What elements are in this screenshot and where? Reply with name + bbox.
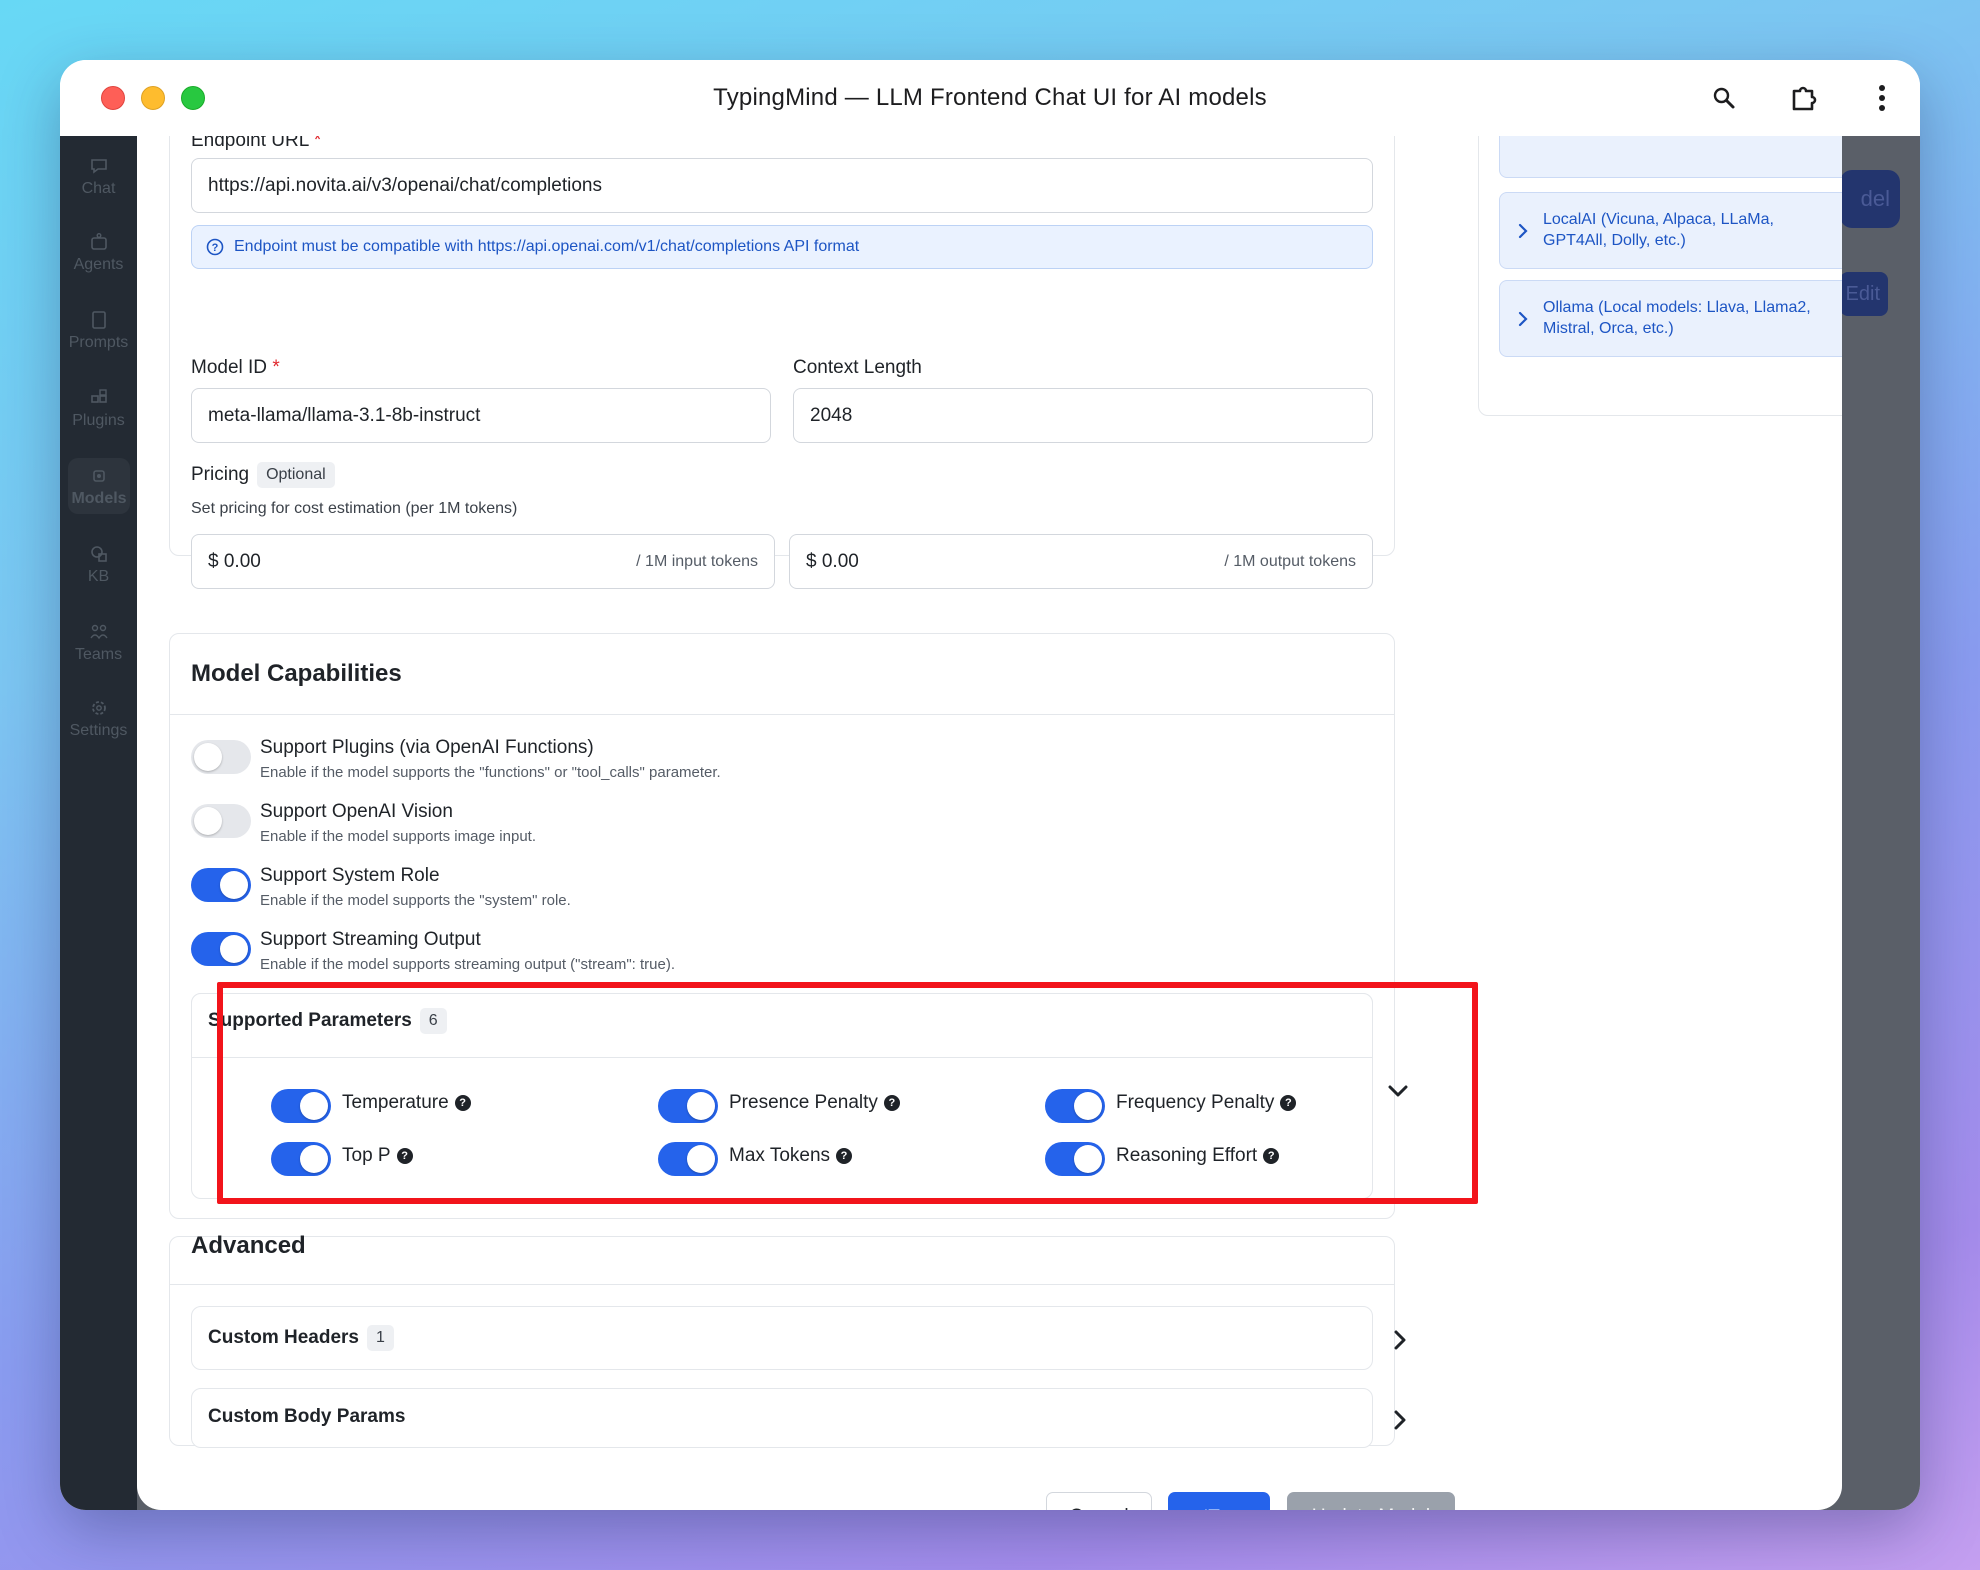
sidebar-item-label: Chat [81,180,116,197]
minimize-window-button[interactable] [141,86,165,110]
capability-description: Enable if the model supports streaming o… [260,956,676,973]
endpoint-info-banner: ? Endpoint must be compatible with https… [191,225,1373,269]
settings-icon [91,701,106,715]
teams-icon [89,624,108,640]
custom-headers-title: Custom Headers 1 [208,1325,394,1351]
app-window: TypingMind — LLM Frontend Chat UI for AI… [60,60,1920,1510]
provider-label: LocalAI (Vicuna, Alpaca, LLaMa, GPT4All,… [1543,211,1774,249]
provider-item-ollama[interactable]: Ollama (Local models: Llava, Llama2, Mis… [1499,280,1842,357]
custom-body-params-title: Custom Body Params [208,1406,406,1427]
toggle-support-plugins[interactable] [191,740,251,774]
chevron-right-icon[interactable] [1393,1409,1407,1431]
input-price-suffix: / 1M input tokens [636,552,758,570]
sidebar-item-chat[interactable]: Chat [60,156,137,198]
question-circle-icon: ? [206,238,224,256]
sidebar-item-label: Prompts [68,334,129,351]
capabilities-title: Model Capabilities [191,660,402,687]
pricing-label-text: Pricing [191,464,250,485]
sidebar-item-prompts[interactable]: Prompts [60,310,137,352]
endpoint-url-value: https://api.novita.ai/v3/openai/chat/com… [208,174,602,196]
highlight-box [217,982,1478,1204]
endpoint-label: Endpoint URL * [191,136,321,152]
toggle-support-vision[interactable] [191,804,251,838]
zoom-window-button[interactable] [181,86,205,110]
capability-title: Support OpenAI Vision [260,801,453,822]
required-mark: * [313,136,322,151]
input-price-value: $ 0.00 [208,550,261,572]
title-bar: TypingMind — LLM Frontend Chat UI for AI… [60,60,1920,136]
pricing-label: Pricing Optional [191,462,335,488]
window-controls [101,86,205,110]
kb-icon [90,546,107,562]
endpoint-label-text: Endpoint URL [191,136,309,151]
chevron-right-icon [1518,223,1528,239]
context-length-value: 2048 [810,404,853,426]
output-price-field[interactable]: $ 0.00 / 1M output tokens [789,534,1373,589]
sidebar-item-label: Agents [73,256,124,273]
capability-description: Enable if the model supports the "system… [260,892,571,909]
search-icon[interactable] [1706,80,1742,116]
advanced-title: Advanced [191,1232,306,1259]
sidebar-item-label: Teams [74,646,123,663]
svg-text:?: ? [212,242,219,254]
agents-icon [90,233,107,250]
sidebar-item-kb[interactable]: KB [60,544,137,586]
sidebar-item-label: Models [71,490,127,507]
model-id-label: Model ID * [191,357,280,379]
output-price-value: $ 0.00 [806,550,859,572]
required-mark: * [272,357,280,378]
plugins-icon [90,389,107,403]
model-id-label-text: Model ID [191,357,268,378]
provider-label: Ollama (Local models: Llava, Llama2, Mis… [1543,299,1811,337]
update-model-button[interactable]: Update Model [1287,1492,1455,1510]
extension-icon[interactable] [1786,80,1822,116]
sidebar: Chat Agents Prompts Plugins Models KB Te… [60,136,137,1510]
input-price-field[interactable]: $ 0.00 / 1M input tokens [191,534,775,589]
endpoint-info-text: Endpoint must be compatible with https:/… [234,238,860,255]
model-id-value: meta-llama/llama-3.1-8b-instruct [208,404,481,426]
providers-card [1478,136,1842,416]
sidebar-item-label: KB [87,568,110,585]
sidebar-item-settings[interactable]: Settings [60,698,137,740]
chevron-right-icon [1518,311,1528,327]
custom-headers-label: Custom Headers [208,1327,359,1348]
prompts-icon [91,311,106,329]
window-title: TypingMind — LLM Frontend Chat UI for AI… [713,84,1267,111]
capability-description: Enable if the model supports the "functi… [260,764,721,781]
more-menu-icon[interactable] [1864,80,1900,116]
model-id-input[interactable]: meta-llama/llama-3.1-8b-instruct [191,388,771,443]
context-length-label: Context Length [793,357,922,378]
optional-badge: Optional [257,462,335,488]
background-add-model-button: del [1840,170,1900,228]
divider [170,1284,1394,1285]
capability-title: Support System Role [260,865,440,886]
toggle-support-system-role[interactable] [191,868,251,902]
sidebar-item-agents[interactable]: Agents [60,232,137,274]
pricing-description: Set pricing for cost estimation (per 1M … [191,500,518,517]
toggle-support-streaming[interactable] [191,932,251,966]
chevron-right-icon[interactable] [1393,1329,1407,1351]
close-window-button[interactable] [101,86,125,110]
sidebar-item-models[interactable]: Models [68,458,130,514]
sidebar-item-label: Settings [69,722,128,739]
context-length-input[interactable]: 2048 [793,388,1373,443]
capability-title: Support Streaming Output [260,929,481,950]
edit-model-dialog: Endpoint URL * https://api.novita.ai/v3/… [137,136,1842,1510]
sidebar-item-teams[interactable]: Teams [60,622,137,664]
capability-title: Support Plugins (via OpenAI Functions) [260,737,594,758]
capability-description: Enable if the model supports image input… [260,828,536,845]
custom-headers-count-badge: 1 [367,1325,394,1351]
cancel-button[interactable]: Cancel [1046,1492,1152,1510]
models-icon [93,470,105,482]
provider-item-localai[interactable]: LocalAI (Vicuna, Alpaca, LLaMa, GPT4All,… [1499,192,1842,269]
endpoint-url-input[interactable]: https://api.novita.ai/v3/openai/chat/com… [191,158,1373,213]
divider [170,714,1394,715]
sidebar-item-label: Plugins [72,412,125,429]
output-price-suffix: / 1M output tokens [1224,552,1356,570]
test-button[interactable]: ⚡Test [1168,1492,1270,1510]
provider-item-partial[interactable] [1499,136,1842,178]
chat-icon [90,159,107,174]
sidebar-item-plugins[interactable]: Plugins [60,388,137,430]
background-edit-button: Edit [1840,272,1888,316]
